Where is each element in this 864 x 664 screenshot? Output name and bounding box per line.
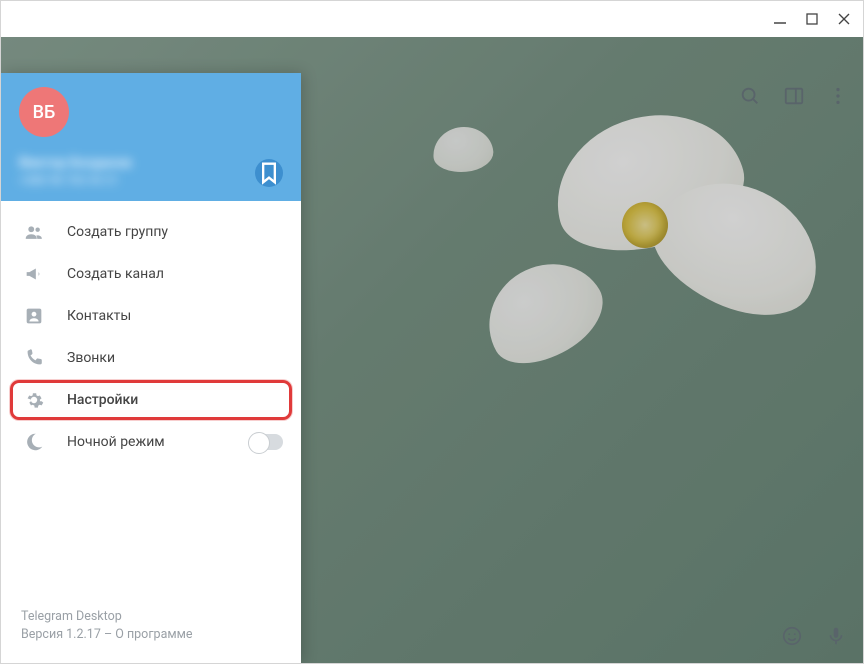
main-menu-drawer: ВБ Виктор Богданов +380 98 765 43 21 Соз… (1, 73, 301, 663)
menu-item-settings[interactable]: Настройки (9, 379, 293, 421)
group-icon (23, 221, 45, 243)
gear-icon (23, 389, 45, 411)
menu-item-create-group[interactable]: Создать группу (1, 211, 301, 253)
menu-label: Настройки (67, 392, 138, 408)
drawer-header: ВБ Виктор Богданов +380 98 765 43 21 (1, 73, 301, 201)
menu-label: Создать канал (67, 266, 164, 282)
drawer-footer: Telegram Desktop Версия 1.2.17 – О прогр… (1, 594, 301, 664)
phone-icon (23, 347, 45, 369)
app-window: ВБ Виктор Богданов +380 98 765 43 21 Соз… (0, 0, 864, 664)
menu-item-calls[interactable]: Звонки (1, 337, 301, 379)
avatar-initials: ВБ (33, 102, 56, 123)
window-titlebar (1, 1, 863, 37)
maximize-button[interactable] (805, 12, 819, 26)
avatar[interactable]: ВБ (19, 87, 69, 137)
menu-label: Создать группу (67, 224, 168, 240)
menu-item-night-mode[interactable]: Ночной режим (1, 421, 301, 463)
close-button[interactable] (837, 12, 851, 26)
contact-icon (23, 305, 45, 327)
minimize-button[interactable] (773, 12, 787, 26)
menu-item-contacts[interactable]: Контакты (1, 295, 301, 337)
moon-icon (23, 431, 45, 453)
chat-area: ВБ Виктор Богданов +380 98 765 43 21 Соз… (1, 37, 863, 663)
version-line[interactable]: Версия 1.2.17 – О программе (21, 626, 281, 645)
megaphone-icon (23, 263, 45, 285)
night-mode-toggle[interactable] (249, 434, 283, 450)
user-phone: +380 98 765 43 21 (19, 173, 283, 187)
menu-item-create-channel[interactable]: Создать канал (1, 253, 301, 295)
menu-label: Контакты (67, 308, 131, 324)
saved-messages-button[interactable] (255, 159, 283, 187)
app-name: Telegram Desktop (21, 608, 281, 627)
menu-label: Ночной режим (67, 434, 165, 450)
user-name: Виктор Богданов (19, 155, 283, 171)
menu-label: Звонки (67, 350, 115, 366)
drawer-menu: Создать группу Создать канал Контакты (1, 201, 301, 469)
